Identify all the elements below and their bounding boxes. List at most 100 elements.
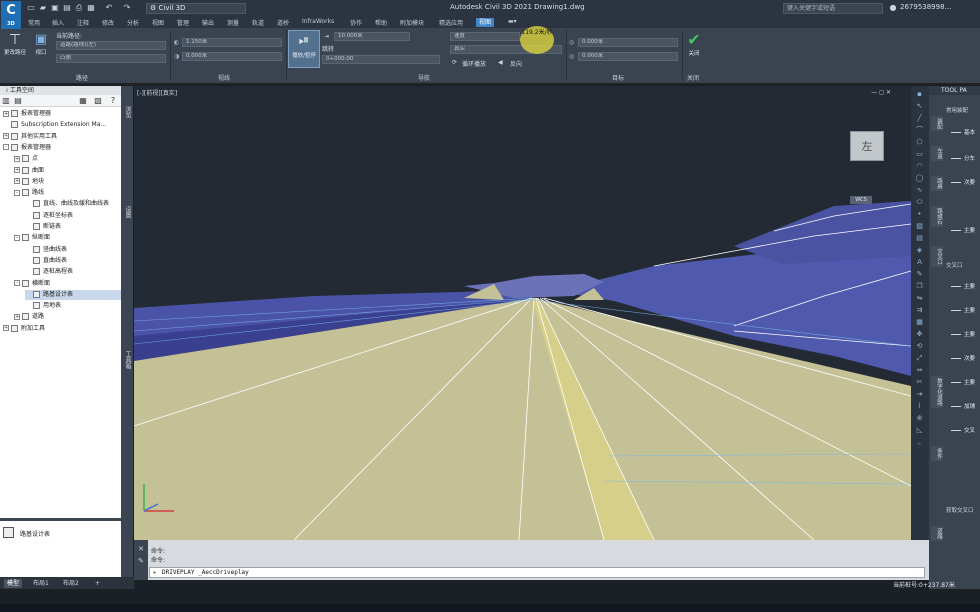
open-file-icon[interactable]: ▰ xyxy=(38,3,48,13)
tree-item[interactable]: + 点 xyxy=(14,154,122,164)
text-icon[interactable]: A xyxy=(914,258,925,267)
palette-item[interactable]: 次要 xyxy=(951,354,975,362)
extend-icon[interactable]: ⇥ xyxy=(914,390,925,399)
user-icon[interactable]: ● xyxy=(888,3,898,13)
tab-overflow-icon[interactable]: ▬▾ xyxy=(508,18,517,25)
palette-item[interactable]: 加铺 xyxy=(951,402,975,410)
erase-icon[interactable]: ✎ xyxy=(914,270,925,279)
palette-tab-curb[interactable]: 路缘石 xyxy=(931,206,943,227)
toolspace-options-icon[interactable]: ▦ xyxy=(78,96,88,106)
close-icon[interactable]: ✕ xyxy=(136,545,146,554)
ellipse-icon[interactable]: ⬭ xyxy=(914,198,925,207)
tree-item[interactable]: + 曲面 xyxy=(14,166,122,176)
user-name[interactable]: 2679538998... xyxy=(900,3,951,11)
expand-icon[interactable]: + xyxy=(3,110,9,117)
palette-tab-conditional[interactable]: 条件 xyxy=(931,446,943,461)
tab-survey[interactable]: 测量 xyxy=(227,18,239,27)
close-button[interactable]: ✔ 关闭 xyxy=(684,31,704,58)
tree-item[interactable]: 路基设计表 xyxy=(25,289,122,300)
toolspace-tab-browse[interactable]: 浏览 xyxy=(122,106,132,118)
tree-item[interactable]: + 其他实用工具 xyxy=(3,132,122,142)
palette-item[interactable]: 主要 xyxy=(951,226,975,234)
step-distance-field[interactable]: 10.000米 xyxy=(334,32,410,41)
palette-item[interactable]: 主要 xyxy=(951,378,975,386)
tab-layout2[interactable]: 布局2 xyxy=(60,579,82,588)
play-pause-button[interactable]: ⏯ 播放/暂停 xyxy=(288,30,320,68)
tree-item[interactable]: + 报表管理器 xyxy=(3,109,122,119)
app-logo[interactable]: C 3D xyxy=(1,1,21,29)
save-icon[interactable]: ▣ xyxy=(50,3,60,13)
plot-icon[interactable]: ▦ xyxy=(86,3,96,13)
offset-icon[interactable]: ⇉ xyxy=(914,306,925,315)
tree-item[interactable]: + 地块 xyxy=(14,177,122,187)
toolspace-tab-toolbox[interactable]: 工具箱 xyxy=(122,351,132,369)
line-icon[interactable]: ╱ xyxy=(914,114,925,123)
drawing-viewport[interactable]: [-][前视][真实] — ◻ ✕ 左 WCS xyxy=(134,86,911,540)
eye-height-field[interactable]: 1.150米 xyxy=(182,38,282,47)
viewport-label[interactable]: [-][前视][真实] xyxy=(137,88,177,97)
eye-offset-field[interactable]: 0.000米 xyxy=(182,52,282,61)
select-icon[interactable]: ↖ xyxy=(914,102,925,111)
arc-icon[interactable]: ◠ xyxy=(914,162,925,171)
command-input[interactable]: ▸ DRIVEPLAY _AeccDriveplay xyxy=(149,567,925,578)
expand-icon[interactable] xyxy=(25,257,31,263)
tab-collaborate[interactable]: 协作 xyxy=(350,18,362,27)
tree-item[interactable]: Subscription Extension Ma... xyxy=(3,120,122,130)
palette-item[interactable]: 分车 xyxy=(951,154,975,162)
region-icon[interactable]: ◈ xyxy=(914,246,925,255)
palette-tab-road[interactable]: 道路 xyxy=(931,526,943,541)
expand-icon[interactable] xyxy=(25,269,31,275)
tool-palette-title[interactable]: TOOL PA xyxy=(929,86,980,95)
palette-tab-intersection[interactable]: 交叉口 xyxy=(931,246,943,267)
toolspace-settings-icon[interactable]: ▧ xyxy=(93,96,103,106)
tree-item[interactable]: 直线、曲线及缓和曲线表 xyxy=(25,199,122,209)
tab-home[interactable]: 常用 xyxy=(28,18,40,27)
loop-play-button[interactable]: 循环播放 xyxy=(462,59,486,68)
move-icon[interactable]: ✥ xyxy=(914,330,925,339)
tree-item[interactable]: + 附加工具 xyxy=(3,324,122,334)
tab-featured-apps[interactable]: 精选应用 xyxy=(439,18,463,27)
tree-item[interactable]: 逐桩高程表 xyxy=(25,267,122,277)
collapse-icon[interactable]: - xyxy=(3,144,9,151)
expand-icon[interactable]: + xyxy=(14,167,20,173)
toolspace-tab-settings[interactable]: 设置 xyxy=(122,206,132,218)
tree-item[interactable]: 直曲线表 xyxy=(25,256,122,266)
help-icon[interactable]: ? xyxy=(108,96,118,106)
tab-output[interactable]: 输出 xyxy=(202,18,214,27)
tab-rail[interactable]: 轨道 xyxy=(252,18,264,27)
tree-item[interactable]: 用地表 xyxy=(25,301,122,311)
polyline-icon[interactable]: ⌒ xyxy=(914,126,925,135)
palette-tab-shoulder[interactable]: 路肩 xyxy=(931,176,943,191)
tab-analyze[interactable]: 分析 xyxy=(127,18,139,27)
palette-item[interactable]: 次要 xyxy=(951,178,975,186)
station-field[interactable]: 0+000.00 xyxy=(322,55,440,64)
expand-icon[interactable]: + xyxy=(14,155,20,162)
undo-icon[interactable]: ↶ xyxy=(104,3,114,13)
chamfer-icon[interactable]: ◺ xyxy=(914,426,925,435)
path-side-field[interactable]: 凸侧 xyxy=(56,54,166,63)
customize-icon[interactable]: ✎ xyxy=(136,557,146,566)
search-input[interactable]: 键入关键字或短语 xyxy=(783,3,883,14)
tree-item[interactable]: - 路线 xyxy=(14,188,122,198)
fillet-icon[interactable]: ◟ xyxy=(914,438,925,447)
polygon-icon[interactable]: ⬠ xyxy=(914,138,925,147)
copy-icon[interactable]: ❐ xyxy=(914,282,925,291)
collapse-icon[interactable]: - xyxy=(14,234,20,241)
palette-tab-digital-road[interactable]: 数字化道路 xyxy=(931,376,943,408)
join-icon[interactable]: ⊕ xyxy=(914,414,925,423)
circle-icon[interactable]: ◯ xyxy=(914,174,925,183)
spline-icon[interactable]: ∿ xyxy=(914,186,925,195)
tree-item[interactable]: - 报表管理器 xyxy=(3,143,122,153)
expand-icon[interactable] xyxy=(25,303,31,309)
tab-modify[interactable]: 修改 xyxy=(102,18,114,27)
viewport-button[interactable]: ▣ 视口 xyxy=(30,32,52,56)
expand-icon[interactable] xyxy=(25,201,31,207)
array-icon[interactable]: ▦ xyxy=(914,318,925,327)
print-icon[interactable]: ⎙ xyxy=(74,3,84,13)
mirror-icon[interactable]: ⇋ xyxy=(914,294,925,303)
collapse-icon[interactable]: - xyxy=(14,189,20,196)
wcs-menu[interactable]: WCS xyxy=(850,196,872,204)
palette-item[interactable]: 主要 xyxy=(951,330,975,338)
speed-field[interactable]: 速度 xyxy=(450,32,520,41)
tab-view-contextual[interactable]: 视图 xyxy=(476,18,495,27)
